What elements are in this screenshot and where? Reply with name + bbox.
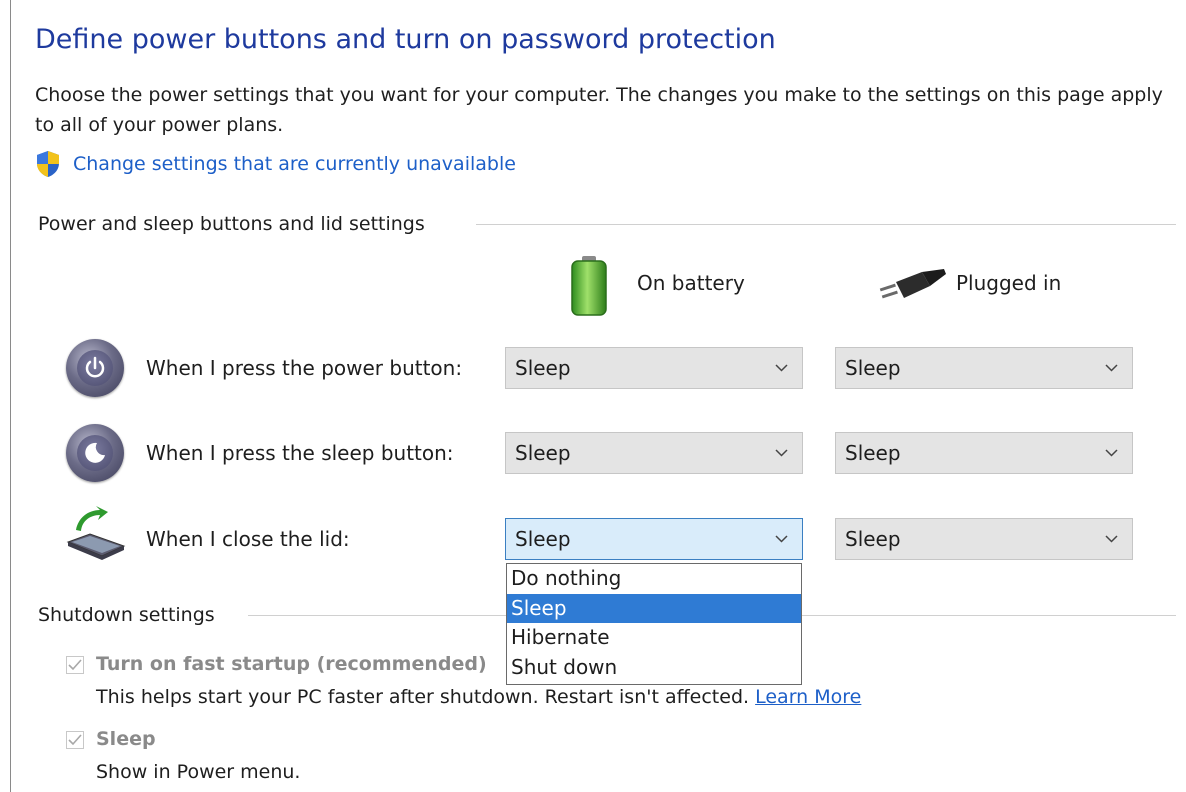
power-button-icon bbox=[66, 339, 124, 397]
power-plug-icon bbox=[879, 269, 946, 299]
fast-startup-description-text: This helps start your PC faster after sh… bbox=[96, 686, 750, 708]
sleep-button-plugged-value: Sleep bbox=[845, 441, 901, 465]
sleep-button-label: When I press the sleep button: bbox=[146, 441, 454, 465]
power-button-battery-select[interactable]: Sleep bbox=[505, 347, 803, 389]
power-section-divider bbox=[476, 224, 1176, 225]
dropdown-option-shut-down[interactable]: Shut down bbox=[507, 653, 801, 683]
shutdown-section-label: Shutdown settings bbox=[38, 604, 215, 626]
sleep-button-icon bbox=[66, 424, 124, 482]
laptop-lid-icon bbox=[66, 506, 126, 560]
sleep-checkbox[interactable] bbox=[66, 731, 84, 749]
dropdown-option-sleep[interactable]: Sleep bbox=[507, 593, 801, 623]
chevron-down-icon bbox=[775, 364, 788, 372]
sleep-label: Sleep bbox=[96, 728, 156, 750]
close-lid-plugged-select[interactable]: Sleep bbox=[835, 518, 1133, 560]
sleep-button-plugged-select[interactable]: Sleep bbox=[835, 432, 1133, 474]
chevron-down-icon bbox=[1105, 449, 1118, 457]
uac-shield-icon bbox=[37, 151, 59, 177]
column-plugged-in: Plugged in bbox=[956, 271, 1062, 295]
chevron-down-icon bbox=[1105, 535, 1118, 543]
sleep-description: Show in Power menu. bbox=[96, 761, 301, 783]
chevron-down-icon bbox=[775, 449, 788, 457]
power-button-plugged-select[interactable]: Sleep bbox=[835, 347, 1133, 389]
power-section-label: Power and sleep buttons and lid settings bbox=[38, 213, 425, 235]
power-button-label: When I press the power button: bbox=[146, 356, 463, 380]
change-settings-link[interactable]: Change settings that are currently unava… bbox=[35, 150, 516, 178]
learn-more-link[interactable]: Learn More bbox=[755, 686, 861, 708]
fast-startup-label: Turn on fast startup (recommended) bbox=[96, 653, 487, 675]
close-lid-label: When I close the lid: bbox=[146, 527, 350, 551]
chevron-down-icon bbox=[1105, 364, 1118, 372]
close-lid-battery-value: Sleep bbox=[515, 527, 571, 551]
page-description: Choose the power settings that you want … bbox=[35, 84, 1163, 136]
close-lid-battery-select[interactable]: Sleep bbox=[505, 518, 803, 560]
chevron-down-icon bbox=[775, 535, 788, 543]
close-lid-plugged-value: Sleep bbox=[845, 527, 901, 551]
battery-icon bbox=[571, 256, 607, 316]
dropdown-option-hibernate[interactable]: Hibernate bbox=[507, 623, 801, 653]
close-lid-battery-dropdown: Do nothing Sleep Hibernate Shut down bbox=[506, 563, 802, 685]
column-on-battery: On battery bbox=[637, 271, 745, 295]
power-button-battery-value: Sleep bbox=[515, 356, 571, 380]
sleep-button-battery-select[interactable]: Sleep bbox=[505, 432, 803, 474]
page-title: Define power buttons and turn on passwor… bbox=[35, 24, 776, 55]
fast-startup-description: This helps start your PC faster after sh… bbox=[96, 686, 861, 708]
dropdown-option-do-nothing[interactable]: Do nothing bbox=[507, 564, 801, 594]
change-settings-link-text[interactable]: Change settings that are currently unava… bbox=[73, 153, 516, 175]
fast-startup-checkbox[interactable] bbox=[66, 656, 84, 674]
power-button-plugged-value: Sleep bbox=[845, 356, 901, 380]
sleep-button-battery-value: Sleep bbox=[515, 441, 571, 465]
